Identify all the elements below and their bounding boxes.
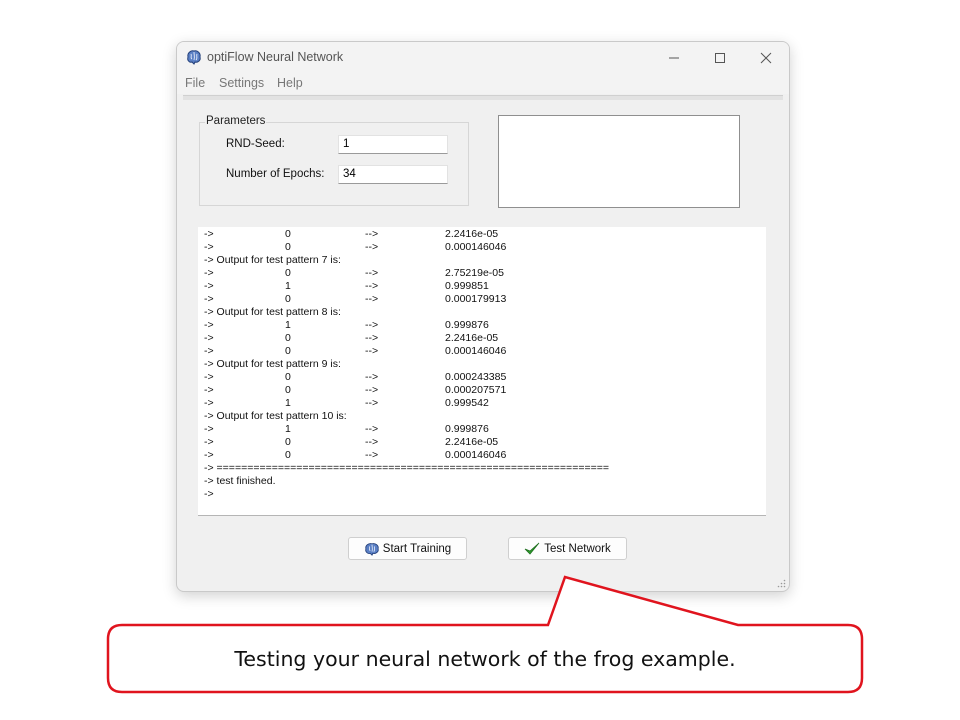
callout-text: Testing your neural network of the frog … <box>234 647 736 671</box>
callout-bubble <box>106 575 864 694</box>
